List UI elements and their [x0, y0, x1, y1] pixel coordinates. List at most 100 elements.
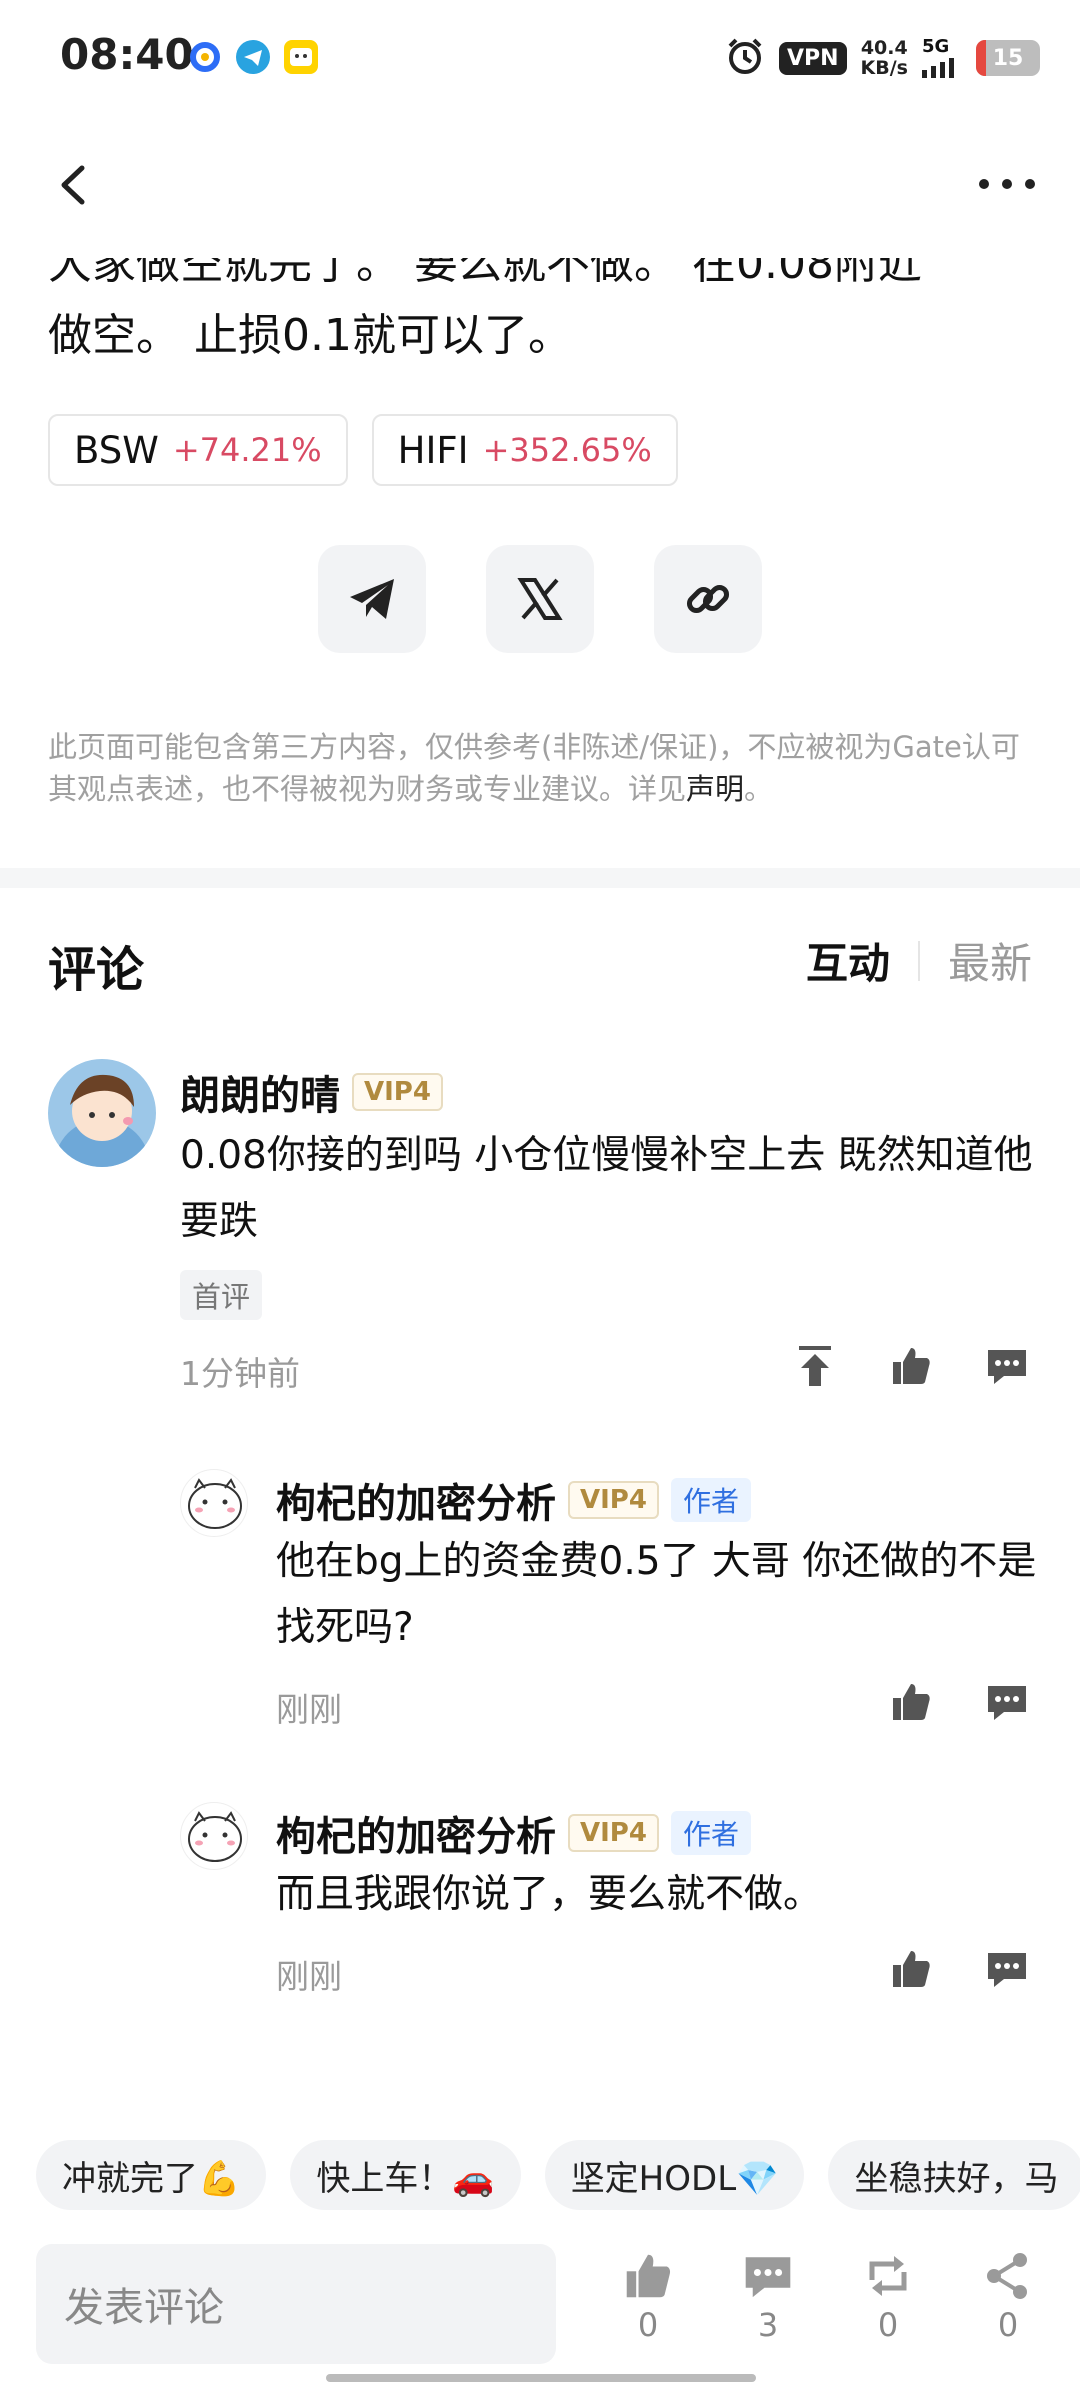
token-name: BSW — [74, 428, 159, 472]
token-name: HIFI — [397, 428, 469, 472]
network-speed: 40.4 KB/s — [860, 37, 908, 79]
vip-badge: VIP4 — [568, 1481, 659, 1519]
avatar[interactable] — [180, 1469, 248, 1537]
author-badge: 作者 — [670, 1811, 751, 1855]
token-chip-hifi[interactable]: HIFI +352.65% — [371, 414, 678, 486]
author-avatar-icon — [188, 1811, 242, 1862]
tab-divider — [917, 940, 920, 981]
tab-latest[interactable]: 最新 — [948, 930, 1032, 991]
reply-item: 枸杞的加密分析 VIP4 作者 而且我跟你说了，要么就不做。 刚刚 — [0, 1798, 1080, 2008]
post-repost-button[interactable]: 0 — [848, 2250, 928, 2344]
post-share-button[interactable]: 0 — [968, 2250, 1048, 2344]
commenter-name[interactable]: 枸杞的加密分析 — [276, 1804, 556, 1862]
comment-icon — [988, 1953, 1026, 1987]
author-avatar-icon — [188, 1478, 242, 1529]
quick-reply-chip[interactable]: 坐稳扶好，马 — [828, 2140, 1080, 2210]
header-nav — [0, 150, 1080, 220]
post-like-button[interactable]: 0 — [608, 2250, 688, 2344]
status-indicators: VPN 40.4 KB/s 5G 15 — [725, 36, 1040, 80]
avatar[interactable] — [48, 1059, 156, 1167]
share-telegram-button[interactable] — [318, 545, 426, 653]
comment-body: 他在bg上的资金费0.5了 大哥 你还做的不是找死吗? — [276, 1539, 1037, 1650]
comment-time: 刚刚 — [276, 1690, 342, 1729]
comment-icon — [988, 1350, 1026, 1384]
x-icon — [517, 578, 563, 620]
comment-time: 刚刚 — [276, 1957, 342, 1996]
tab-interactive[interactable]: 互动 — [806, 930, 890, 991]
like-button[interactable] — [888, 1946, 934, 1992]
user-avatar-icon — [54, 1074, 150, 1167]
token-chip-bsw[interactable]: BSW +74.21% — [48, 414, 348, 486]
like-count: 0 — [637, 2306, 659, 2344]
thumbs-up-icon — [626, 2254, 671, 2298]
copy-link-button[interactable] — [654, 545, 762, 653]
home-indicator[interactable] — [326, 2374, 756, 2382]
repost-count: 0 — [877, 2306, 899, 2344]
share-count: 0 — [997, 2306, 1019, 2344]
disclaimer-link[interactable]: 声明 — [686, 772, 744, 806]
commenter-name[interactable]: 朗朗的晴 — [180, 1063, 340, 1121]
comment-actions — [792, 1343, 1030, 1389]
signal-icon: 5G — [922, 38, 962, 78]
token-change: +352.65% — [482, 431, 652, 469]
vip-badge: VIP4 — [568, 1814, 659, 1852]
more-icon — [979, 179, 1035, 189]
first-comment-tag: 首评 — [180, 1270, 263, 1320]
thumbs-up-icon — [893, 1951, 930, 1987]
comment-count: 3 — [757, 2306, 779, 2344]
avatar[interactable] — [180, 1802, 248, 1870]
comment-header: 枸杞的加密分析 VIP4 作者 — [276, 1804, 751, 1862]
comment-header: 朗朗的晴 VIP4 — [180, 1063, 443, 1121]
like-button[interactable] — [888, 1679, 934, 1725]
comment-item: 朗朗的晴 VIP4 0.08你接的到吗 小仓位慢慢补空上去 既然知道他要跌 首评… — [0, 1055, 1080, 1405]
token-change: +74.21% — [172, 431, 322, 469]
quick-reply-chip[interactable]: 坚定HODL💎 — [544, 2140, 805, 2210]
reply-button[interactable] — [984, 1946, 1030, 1992]
telegram-icon — [350, 579, 394, 619]
app-badge-icon — [284, 40, 318, 74]
disclaimer: 此页面可能包含第三方内容，仅供参考(非陈述/保证)，不应被视为Gate认可其观点… — [48, 730, 1020, 806]
comment-body: 而且我跟你说了，要么就不做。 — [276, 1872, 823, 1917]
app-notification-icon — [188, 40, 222, 74]
reply-button[interactable] — [984, 1343, 1030, 1389]
link-icon — [686, 584, 730, 614]
quick-reply-chips: 冲就完了💪 快上车！🚗 坚定HODL💎 坐稳扶好，马 — [36, 2140, 1080, 2210]
status-time: 08:40 — [60, 30, 194, 79]
post-actions: 0 3 0 0 — [608, 2250, 1048, 2344]
reply-button[interactable] — [984, 1679, 1030, 1725]
more-options-button[interactable] — [972, 164, 1042, 204]
comment-input[interactable]: 发表评论 — [36, 2244, 556, 2364]
share-buttons — [318, 545, 762, 653]
comment-icon — [988, 1686, 1026, 1720]
author-badge: 作者 — [670, 1478, 751, 1522]
commenter-name[interactable]: 枸杞的加密分析 — [276, 1471, 556, 1529]
pin-top-button[interactable] — [792, 1343, 838, 1389]
section-divider — [0, 868, 1080, 888]
quick-reply-chip[interactable]: 快上车！🚗 — [290, 2140, 521, 2210]
scroll-clip — [48, 228, 1048, 258]
battery-icon: 15 — [976, 40, 1040, 76]
quick-reply-chip[interactable]: 冲就完了💪 — [36, 2140, 267, 2210]
telegram-notification-icon — [236, 40, 270, 74]
comment-header: 枸杞的加密分析 VIP4 作者 — [276, 1471, 751, 1529]
post-comment-button[interactable]: 3 — [728, 2250, 808, 2344]
status-bar: 08:40 VPN 40.4 KB/s 5G 15 — [0, 0, 1080, 120]
comment-time: 1分钟前 — [180, 1354, 300, 1393]
thumbs-up-icon — [893, 1684, 930, 1720]
comment-body: 0.08你接的到吗 小仓位慢慢补空上去 既然知道他要跌 — [180, 1133, 1033, 1244]
post-text-line: 做空。 止损0.1就可以了。 — [48, 310, 572, 361]
like-button[interactable] — [888, 1343, 934, 1389]
chevron-left-icon — [61, 165, 85, 205]
token-tags: BSW +74.21% HIFI +352.65% — [48, 414, 678, 486]
comment-sort-tabs: 互动 最新 — [806, 930, 1032, 991]
thumbs-up-icon — [893, 1348, 930, 1384]
alarm-icon — [725, 36, 765, 80]
vpn-badge: VPN — [778, 41, 847, 75]
comments-title: 评论 — [48, 942, 145, 998]
comment-actions — [888, 1679, 1030, 1725]
share-x-button[interactable] — [486, 545, 594, 653]
comment-icon — [745, 2257, 791, 2298]
back-button[interactable] — [50, 160, 100, 210]
repost-icon — [869, 2256, 907, 2296]
vip-badge: VIP4 — [352, 1073, 443, 1111]
